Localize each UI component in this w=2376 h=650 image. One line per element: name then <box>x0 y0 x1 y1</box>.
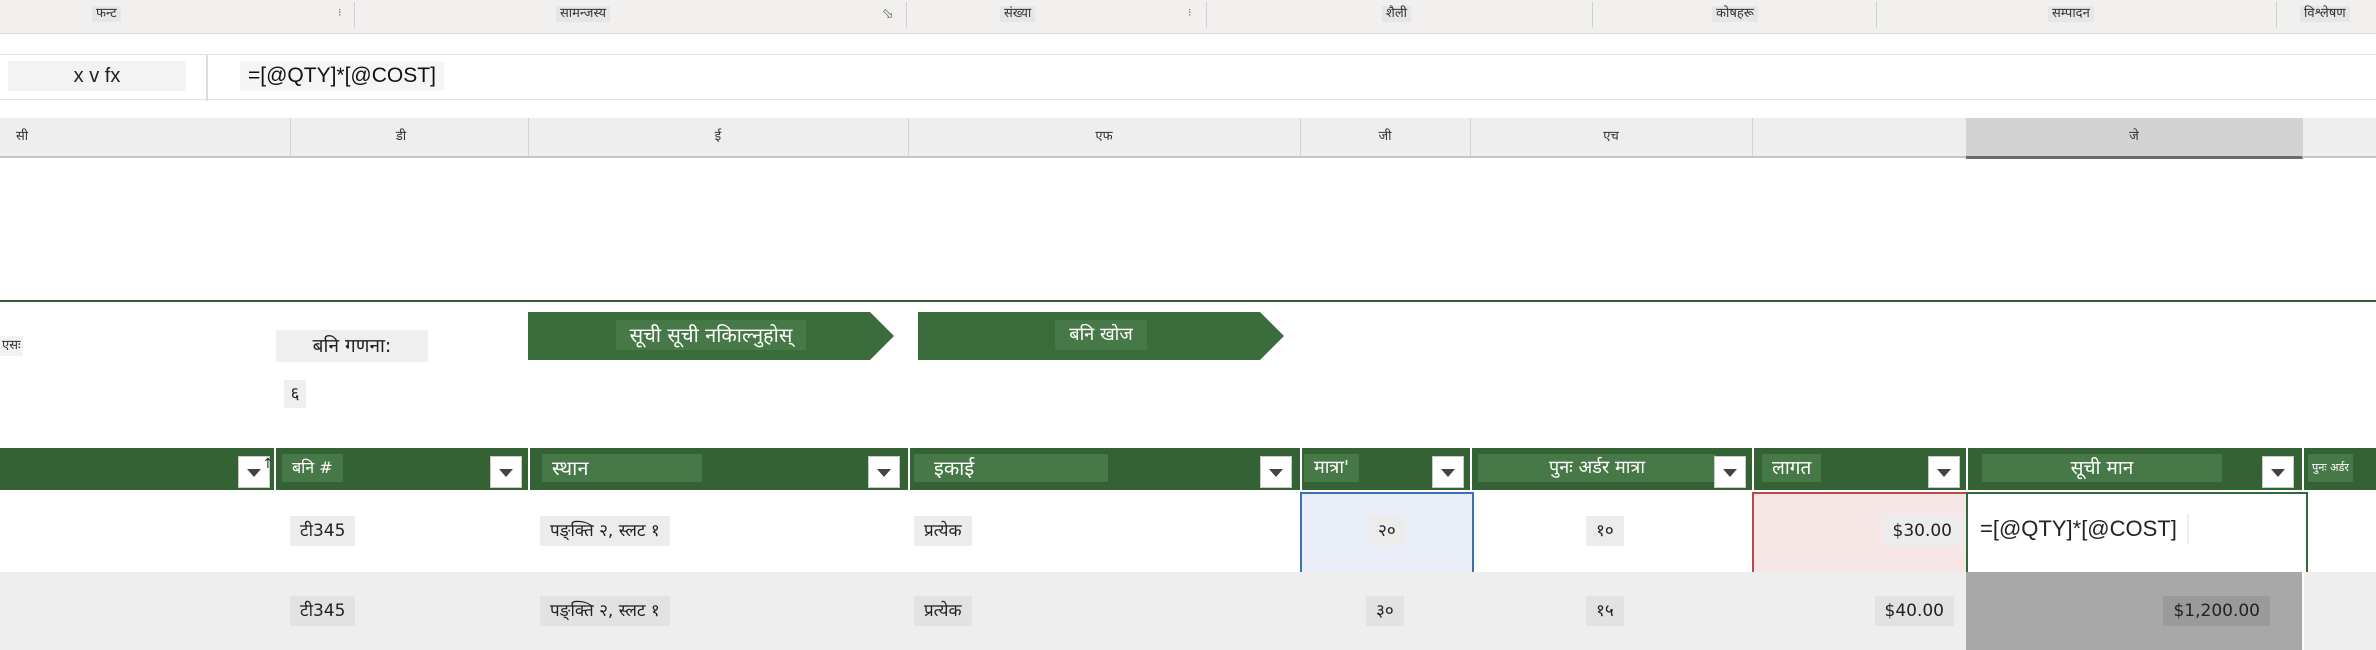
table-header-unit: इकाई <box>908 448 1302 490</box>
cost-filter-dropdown-icon[interactable] <box>1928 456 1960 488</box>
reorder-qty-value: १५ <box>1586 596 1624 626</box>
location-cell[interactable]: पङ्क्ति २, स्लट १ <box>528 492 910 570</box>
bin-search-button[interactable]: बनि खोज <box>918 312 1284 360</box>
row-label: एसः <box>0 336 23 356</box>
inventory-value-value: $1,200.00 <box>2163 596 2270 626</box>
column-header-e[interactable]: ई <box>528 118 909 156</box>
column-header-j-selected[interactable]: जे <box>1966 118 2303 159</box>
column-header-d[interactable]: डी <box>274 118 529 156</box>
table-header-row: ↑ बनि # स्थान इकाई मात्रा' पुनः अर्डर मा… <box>0 448 2376 490</box>
qty-value: ३० <box>1366 596 1404 626</box>
unit-cell[interactable]: प्रत्येक <box>908 492 1302 570</box>
bin-filter-dropdown-icon[interactable] <box>490 456 522 488</box>
ribbon-group-styles[interactable]: शैली <box>1382 6 1412 22</box>
sort-arrow-icon: ↑ <box>262 456 274 472</box>
reorder-qty-filter-dropdown-icon[interactable] <box>1714 456 1746 488</box>
table-row: टी345 पङ्क्ति २, स्लट १ प्रत्येक २० १० $… <box>0 492 2376 574</box>
header-cost-label: लागत <box>1762 454 1822 482</box>
unit-filter-dropdown-icon[interactable] <box>1260 456 1292 488</box>
alignment-dialog-launcher-icon[interactable]: ⬂ <box>882 6 894 22</box>
table-header-reorder-qty: पुनः अर्डर मात्रा <box>1470 448 1754 490</box>
ribbon-group-editing[interactable]: सम्पादन <box>2048 6 2094 22</box>
ribbon-group-font[interactable]: फन्ट <box>92 6 121 22</box>
inventory-value-active-cell[interactable]: =[@QTY]*[@COST] <box>1966 492 2308 574</box>
reorder-qty-value: १० <box>1586 516 1624 546</box>
inventory-value-cell[interactable]: $1,200.00 <box>1966 572 2304 650</box>
ribbon-separator <box>2276 2 2277 28</box>
bin-count-label: बनि गणना: <box>276 330 428 362</box>
formula-input[interactable]: =[@QTY]*[@COST] <box>240 61 444 91</box>
qty-cell[interactable]: ३० <box>1300 572 1472 650</box>
list-bins-button-label: सूची सूची नकिाल्नुहोस् <box>616 320 807 350</box>
header-reorder-qty-label: पुनः अर्डर मात्रा <box>1478 454 1716 482</box>
bin-value: टी345 <box>290 516 356 546</box>
inventory-value-filter-dropdown-icon[interactable] <box>2262 456 2294 488</box>
qty-value: २० <box>1368 516 1406 546</box>
column-header-c[interactable]: सी <box>0 118 291 156</box>
ribbon-separator <box>1876 2 1877 28</box>
header-unit-label: इकाई <box>914 454 1108 482</box>
row-blank-cell[interactable] <box>0 492 276 570</box>
freeze-pane-divider <box>0 300 2376 302</box>
bin-value: टी345 <box>290 596 356 626</box>
inventory-value-formula[interactable]: =[@QTY]*[@COST] <box>1970 514 2189 544</box>
table-header-sort: ↑ <box>0 448 276 490</box>
bin-cell[interactable]: टी345 <box>274 492 530 570</box>
bin-count-value: ६ <box>284 380 306 408</box>
cost-cell-referenced[interactable]: $30.00 <box>1752 492 1970 574</box>
location-value: पङ्क्ति २, स्लट १ <box>540 596 670 626</box>
table-header-bin: बनि # <box>274 448 530 490</box>
ribbon-group-cells[interactable]: कोषहरू <box>1712 6 1758 22</box>
column-header-h[interactable]: एच <box>1470 118 1753 156</box>
location-cell[interactable]: पङ्क्ति २, स्लट १ <box>528 572 910 650</box>
ribbon-group-alignment[interactable]: सामन्जस्य <box>556 6 611 22</box>
table-header-qty: मात्रा' <box>1300 448 1472 490</box>
font-dialog-launcher-icon[interactable]: ⁝ <box>338 6 342 19</box>
ribbon-group-analysis[interactable]: विश्लेषण <box>2300 6 2350 22</box>
formula-bar-controls[interactable]: x v fx <box>8 61 186 91</box>
formula-bar: x v fx =[@QTY]*[@COST] <box>0 54 2376 101</box>
unit-cell[interactable]: प्रत्येक <box>908 572 1302 650</box>
formula-bar-separator <box>206 55 208 101</box>
qty-cell-referenced[interactable]: २० <box>1300 492 1474 574</box>
number-dialog-launcher-icon[interactable]: ⁝ <box>1188 6 1192 19</box>
table-header-reorder: पुनः अर्डर <box>2302 448 2376 490</box>
row-blank-cell[interactable] <box>0 572 276 650</box>
cost-cell[interactable]: $40.00 <box>1752 572 1968 650</box>
header-qty-label: मात्रा' <box>1304 454 1359 482</box>
table-row: टी345 पङ्क्ति २, स्लट १ प्रत्येक ३० १५ $… <box>0 572 2376 650</box>
header-inventory-value-label: सूची मान <box>1982 454 2222 482</box>
column-header-g[interactable]: जी <box>1300 118 1471 156</box>
header-reorder-label: पुनः अर्डर <box>2308 454 2353 482</box>
reorder-qty-cell[interactable]: १० <box>1470 492 1754 570</box>
ribbon-separator <box>1592 2 1593 28</box>
table-header-cost: लागत <box>1752 448 1968 490</box>
list-bins-button[interactable]: सूची सूची नकिाल्नुहोस् <box>528 312 894 360</box>
qty-filter-dropdown-icon[interactable] <box>1432 456 1464 488</box>
column-header-row: सी डी ई एफ जी एच जे <box>0 118 2376 159</box>
table-header-inventory-value: सूची मान <box>1966 448 2304 490</box>
cost-value: $30.00 <box>1882 516 1962 546</box>
ribbon-group-labels: फन्ट ⁝ सामन्जस्य ⬂ संख्या ⁝ शैली कोषहरू … <box>0 0 2376 34</box>
bin-search-button-label: बनि खोज <box>1055 320 1146 350</box>
reorder-qty-cell[interactable]: १५ <box>1470 572 1754 650</box>
ribbon-separator <box>1206 2 1207 28</box>
column-header-f[interactable]: एफ <box>908 118 1301 156</box>
ribbon-separator <box>906 2 907 28</box>
ribbon-separator <box>354 2 355 28</box>
ribbon-group-number[interactable]: संख्या <box>1000 6 1036 22</box>
location-value: पङ्क्ति २, स्लट १ <box>540 516 670 546</box>
column-header-i[interactable] <box>1752 118 1967 156</box>
location-filter-dropdown-icon[interactable] <box>868 456 900 488</box>
unit-value: प्रत्येक <box>914 516 972 546</box>
table-header-location: स्थान <box>528 448 910 490</box>
unit-value: प्रत्येक <box>914 596 972 626</box>
header-bin-label: बनि # <box>282 454 343 482</box>
cost-value: $40.00 <box>1874 596 1954 626</box>
bin-cell[interactable]: टी345 <box>274 572 530 650</box>
header-location-label: स्थान <box>542 454 702 482</box>
